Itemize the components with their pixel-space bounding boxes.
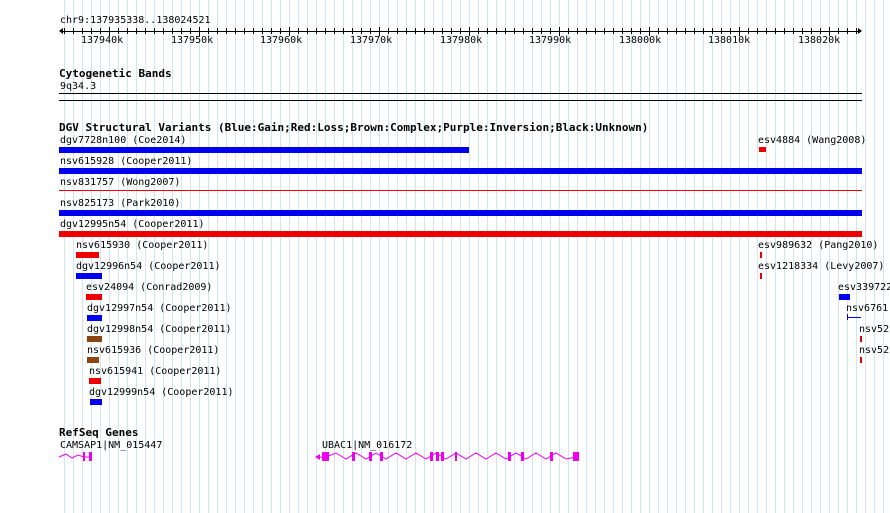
gene-ubac1[interactable] <box>315 452 579 461</box>
genome-browser-panel: chr9:137935338..138024521 137940k 137950… <box>0 0 890 513</box>
refseq-gene-models <box>58 452 579 461</box>
gene-camsap1[interactable] <box>58 452 92 461</box>
